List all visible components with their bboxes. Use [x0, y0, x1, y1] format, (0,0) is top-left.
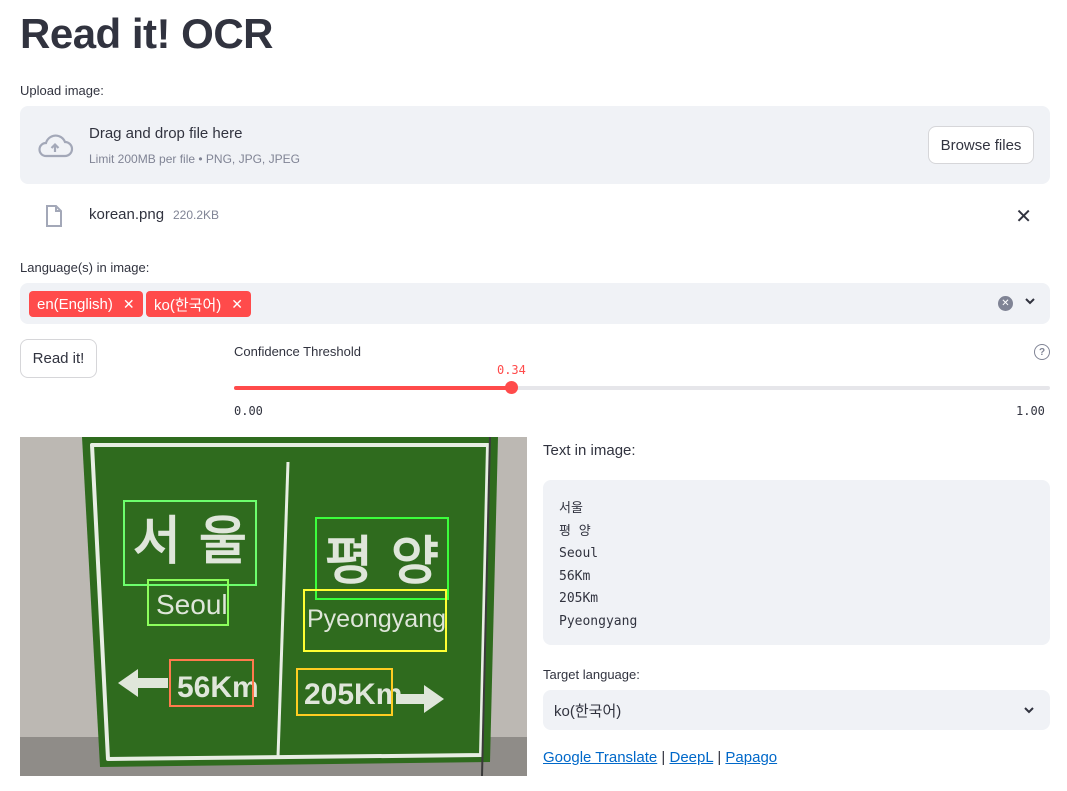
language-chip-ko[interactable]: ko(한국어) ✕	[146, 291, 251, 317]
slider-max: 1.00	[1016, 404, 1045, 418]
slider-label: Confidence Threshold	[234, 344, 361, 359]
upload-label: Upload image:	[20, 83, 104, 98]
slider-thumb[interactable]	[505, 381, 519, 394]
chip-remove-icon[interactable]: ✕	[231, 296, 243, 313]
browse-files-button[interactable]: Browse files	[928, 126, 1034, 164]
sign-text-56km: 56Km	[177, 671, 259, 704]
target-language-label: Target language:	[543, 667, 640, 682]
target-language-select[interactable]: ko(한국어)	[543, 690, 1050, 730]
link-separator: |	[661, 749, 666, 766]
link-separator: |	[717, 749, 722, 766]
papago-link[interactable]: Papago	[725, 749, 777, 766]
slider-fill	[234, 386, 512, 390]
language-multiselect[interactable]: en(English) ✕ ko(한국어) ✕ ✕	[20, 283, 1050, 324]
translate-links: Google Translate | DeepL | Papago	[543, 749, 777, 766]
file-uploader-dropzone[interactable]: Drag and drop file here Limit 200MB per …	[20, 106, 1050, 184]
page-title: Read it! OCR	[20, 10, 274, 57]
chevron-down-icon[interactable]	[1023, 294, 1037, 308]
slider-value: 0.34	[496, 363, 526, 377]
chip-remove-icon[interactable]: ✕	[123, 296, 135, 313]
drop-instructions: Drag and drop file here	[89, 125, 243, 142]
text-in-image-label: Text in image:	[543, 442, 636, 459]
ocr-result-code-block: 서울 평 양 Seoul 56Km 205Km Pyeongyang	[543, 480, 1050, 645]
ocr-line: 205Km	[559, 591, 599, 606]
chip-label: en(English)	[37, 295, 113, 313]
chip-label: ko(한국어)	[154, 296, 222, 314]
cloud-upload-icon	[38, 134, 74, 158]
annotated-image: 서 울 평 양 Seoul Pyeongyang 56Km 205Km	[20, 437, 527, 776]
help-icon[interactable]: ?	[1034, 344, 1050, 360]
ocr-line: 평 양	[559, 523, 591, 539]
confidence-slider[interactable]: 0.34	[234, 363, 1050, 394]
uploaded-file-row: korean.png 220.2KB ✕	[20, 196, 1050, 236]
remove-file-icon[interactable]: ✕	[1015, 204, 1032, 229]
road-sign-image: 서 울 평 양 Seoul Pyeongyang 56Km 205Km	[20, 437, 527, 776]
sign-text-seoul-ko: 서 울	[133, 512, 247, 572]
sign-text-seoul: Seoul	[156, 589, 228, 620]
ocr-line: 서울	[559, 501, 583, 516]
language-chip-en[interactable]: en(English) ✕	[29, 291, 143, 317]
ocr-line: 56Km	[559, 568, 591, 584]
sign-text-pyongyang-ko: 평 양	[325, 532, 439, 592]
file-icon	[46, 205, 62, 227]
read-it-button[interactable]: Read it!	[20, 339, 97, 378]
ocr-line: Pyeongyang	[559, 613, 638, 629]
file-size: 220.2KB	[173, 208, 220, 222]
languages-label: Language(s) in image:	[20, 260, 150, 275]
target-language-value: ko(한국어)	[554, 703, 622, 720]
ocr-line: Seoul	[559, 546, 599, 561]
clear-all-icon[interactable]: ✕	[998, 296, 1013, 311]
file-name: korean.png	[89, 206, 165, 223]
sign-text-205km: 205Km	[304, 678, 402, 711]
file-limit-text: Limit 200MB per file • PNG, JPG, JPEG	[89, 152, 300, 166]
slider-min: 0.00	[234, 404, 263, 418]
sign-text-pyeongyang: Pyeongyang	[307, 605, 446, 633]
google-translate-link[interactable]: Google Translate	[543, 749, 657, 766]
chevron-down-icon[interactable]	[1022, 703, 1036, 717]
deepl-link[interactable]: DeepL	[670, 749, 714, 766]
